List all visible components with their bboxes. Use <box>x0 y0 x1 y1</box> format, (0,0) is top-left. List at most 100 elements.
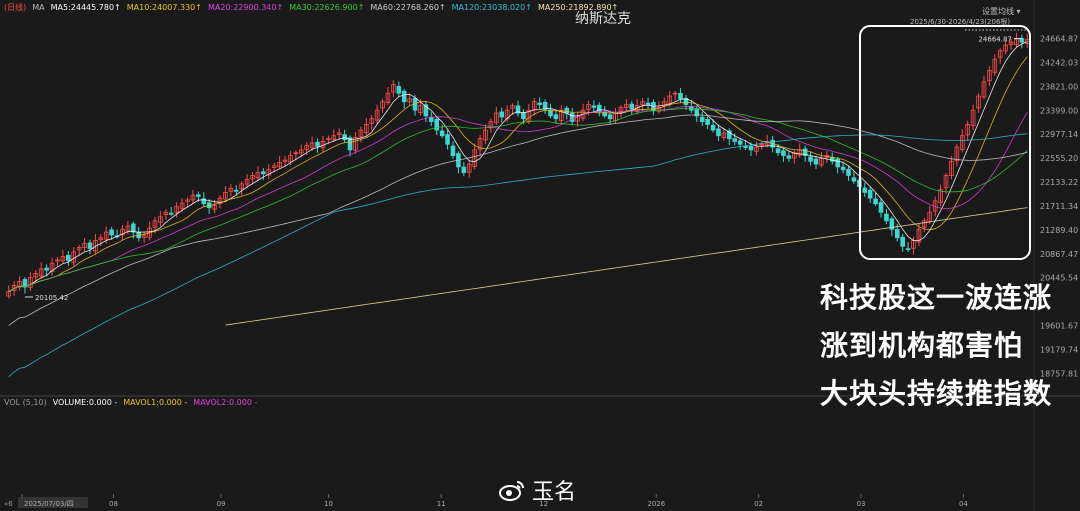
x-scroll-hint: «6 <box>4 500 13 508</box>
ma10-line <box>8 56 1028 292</box>
x-tick-label: 04 <box>959 500 968 508</box>
candle-body <box>808 156 813 162</box>
highlight-box <box>859 25 1031 260</box>
candle-body <box>315 141 320 147</box>
vol-indicator-0: VOL (5,10) <box>4 398 47 407</box>
candle-body <box>775 148 781 154</box>
ma-indicator-bar: (日线) MA MA5:24445.780↑ MA10:24007.330↑ MA20:… <box>4 2 624 13</box>
y-tick-label: 21289.40 <box>1040 226 1078 235</box>
period-tag[interactable]: (日线) <box>4 3 26 12</box>
candle-body <box>716 128 721 137</box>
y-tick-label: 23821.00 <box>1040 82 1078 91</box>
candle-body <box>813 158 819 165</box>
x-tick-label: 08 <box>109 500 118 508</box>
weibo-icon <box>499 481 524 501</box>
settings-ma-button[interactable]: 设置均线 ▾ <box>982 6 1021 17</box>
caption-line-2: 涨到机构都害怕 <box>820 329 1024 362</box>
candle-body <box>429 116 434 122</box>
candle-body <box>461 166 467 173</box>
candle-body <box>542 101 548 110</box>
caption-line-1: 科技股这一波连涨 <box>820 281 1053 314</box>
candle-body <box>537 102 542 105</box>
candle-body <box>862 187 868 193</box>
candle-body <box>737 140 743 145</box>
candle-body <box>342 134 347 141</box>
y-tick-label: 19179.74 <box>1040 345 1078 354</box>
high-annotation: 24664.87 <box>978 35 1011 43</box>
ma-indicator-6: MA120:23038.020↑ <box>451 3 532 12</box>
candle-body <box>109 229 114 236</box>
candle-body <box>233 189 239 192</box>
candle-body <box>851 177 857 182</box>
candle-body <box>884 213 889 222</box>
candle-body <box>261 171 266 175</box>
candle-body <box>434 118 440 131</box>
candle-body <box>873 198 878 205</box>
candle-body <box>905 248 911 251</box>
candle-body <box>66 254 71 261</box>
candle-body <box>900 236 905 247</box>
candle-body <box>781 150 786 156</box>
caption-line-3: 大块头持续推指数 <box>820 377 1053 410</box>
x-tick-label: 11 <box>437 500 446 508</box>
x-tick-label: 10 <box>324 500 333 508</box>
watermark-text: 玉名 <box>532 480 577 505</box>
candle-body <box>553 114 559 120</box>
ma-indicator-5: MA60:22768.260↑ <box>370 3 446 12</box>
y-tick-label: 22133.22 <box>1040 178 1078 187</box>
y-tick-label: 21711.34 <box>1040 202 1078 211</box>
date-range-label: 2025/6/30-2026/4/23(206根) <box>910 18 1011 26</box>
ma-indicator-3: MA20:22900.340↑ <box>207 3 284 12</box>
y-tick-label: 24664.87 <box>1040 34 1078 43</box>
candle-body <box>450 145 456 156</box>
candle-body <box>196 194 201 197</box>
ma-indicator-2: MA10:24007.330↑ <box>126 3 202 12</box>
low-annotation: 20105.42 <box>35 294 68 302</box>
candle-body <box>867 189 873 199</box>
candle-body <box>87 242 93 249</box>
candle-body <box>521 112 526 120</box>
candle-body <box>835 158 840 168</box>
y-tick-label: 23399.00 <box>1040 106 1078 115</box>
candle-body <box>439 130 445 137</box>
candle-body <box>1019 38 1025 43</box>
x-tick-label: 09 <box>217 500 226 508</box>
vol-indicator-3: MAVOL2:0.000 - <box>193 398 258 407</box>
x-tick-label: 2025/07/03/四 <box>24 500 74 508</box>
candle-body <box>396 86 402 94</box>
candle-body <box>499 111 505 118</box>
candle-body <box>840 166 846 171</box>
ma-indicator-1: MA5:24445.780↑ <box>50 3 121 12</box>
candle-body <box>710 124 716 131</box>
candle-body <box>705 118 710 125</box>
x-tick-label: 02 <box>754 500 763 508</box>
candle-body <box>564 107 570 114</box>
candle-body <box>699 116 705 122</box>
x-tick-label: 2026 <box>647 500 665 508</box>
candle-body <box>846 168 851 176</box>
candlestick-chart[interactable]: 24664.87 24242.03 23821.00 23399.00 22977.14… <box>0 0 1080 511</box>
candle-body <box>678 93 683 100</box>
candle-body <box>743 146 748 149</box>
y-tick-label: 22555.20 <box>1040 154 1078 163</box>
watermark: 玉名 <box>498 474 576 506</box>
ma-indicator-4: MA30:22626.900↑ <box>289 3 365 12</box>
chevron-down-icon: ▾ <box>1016 7 1021 16</box>
candle-body <box>401 90 407 103</box>
y-tick-label: 20867.47 <box>1040 250 1078 259</box>
candle-body <box>44 267 49 271</box>
vol-indicator-1: VOLUME:0.000 - <box>52 398 118 407</box>
candle-body <box>131 223 136 233</box>
candle-body <box>878 202 884 213</box>
candle-body <box>786 155 792 159</box>
candle-body <box>591 105 597 108</box>
candle-body <box>645 102 651 105</box>
y-tick-label: 24242.03 <box>1040 58 1078 67</box>
ma-indicator-0: MA <box>32 3 45 12</box>
volume-indicator-bar: VOL (5,10) VOLUME:0.000 - MAVOL1:0.000 - MA… <box>4 398 263 407</box>
candle-body <box>748 145 754 151</box>
y-tick-label: 22977.14 <box>1040 130 1078 139</box>
candle-body <box>894 229 900 239</box>
candle-body <box>607 114 613 120</box>
candle-body <box>629 103 635 110</box>
